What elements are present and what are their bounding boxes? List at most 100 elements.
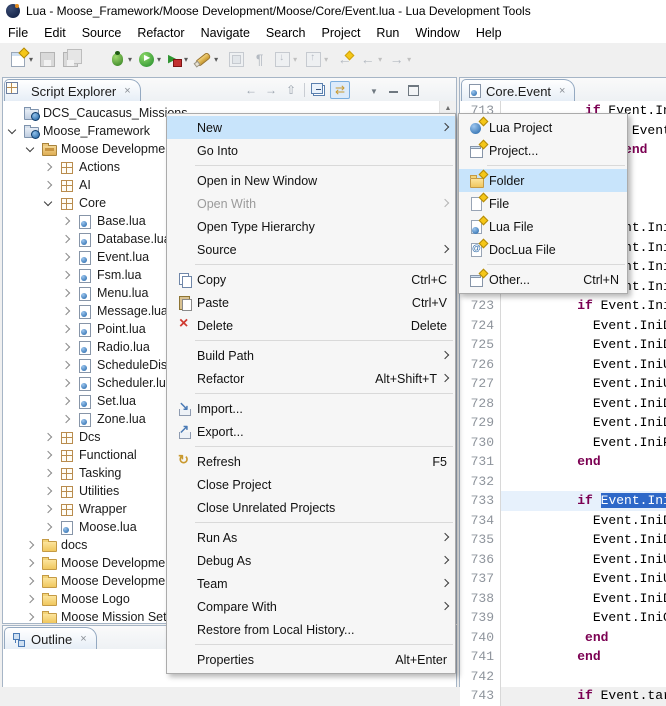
context-menu-item-copy[interactable]: CopyCtrl+C [167,268,455,291]
run-button[interactable]: ▾ [136,48,163,72]
menubar-item-window[interactable]: Window [407,24,467,42]
chevron-collapsed-icon[interactable] [44,433,52,441]
context-menu-item-build-path[interactable]: Build Path [167,344,455,367]
menubar-item-help[interactable]: Help [468,24,510,42]
chevron-collapsed-icon[interactable] [62,289,70,297]
context-menu-item-go-into[interactable]: Go Into [167,139,455,162]
chevron-down-icon[interactable]: ▾ [29,55,33,64]
chevron-collapsed-icon[interactable] [26,577,34,585]
chevron-collapsed-icon[interactable] [26,559,34,567]
chevron-down-icon[interactable]: ▾ [157,55,161,64]
up-icon[interactable]: ⇧ [281,83,301,97]
chevron-collapsed-icon[interactable] [44,487,52,495]
chevron-collapsed-icon[interactable] [62,397,70,405]
chevron-expanded-icon[interactable] [26,144,34,152]
new-submenu-item-other-[interactable]: Other...Ctrl+N [459,268,627,291]
context-menu-item-close-unrelated-projects[interactable]: Close Unrelated Projects [167,496,455,519]
chevron-collapsed-icon[interactable] [62,217,70,225]
chevron-down-icon[interactable]: ▾ [184,55,188,64]
context-menu-item-team[interactable]: Team [167,572,455,595]
run-last-launched-button[interactable]: ▾ [165,48,190,72]
context-menu-item-debug-as[interactable]: Debug As [167,549,455,572]
chevron-down-icon[interactable]: ▾ [293,55,297,64]
menubar-item-run[interactable]: Run [368,24,407,42]
chevron-down-icon[interactable]: ▾ [128,55,132,64]
menubar-item-search[interactable]: Search [258,24,314,42]
tab-script-explorer[interactable]: Script Explorer × [4,79,141,102]
maximize-button[interactable] [408,85,419,96]
view-menu-icon[interactable]: ▼ [364,83,384,97]
context-menu-item-import-[interactable]: Import... [167,397,455,420]
context-menu-item-new[interactable]: New [167,116,455,139]
chevron-collapsed-icon[interactable] [44,451,52,459]
chevron-collapsed-icon[interactable] [62,415,70,423]
new-wizard-button[interactable]: ▾ [7,48,35,72]
link-with-editor-button[interactable]: ⇄ [330,81,350,99]
new-submenu-item-folder[interactable]: Folder [459,169,627,192]
chevron-collapsed-icon[interactable] [26,541,34,549]
tab-outline[interactable]: Outline × [4,627,97,650]
chevron-collapsed-icon[interactable] [26,613,34,621]
context-menu-item-open-in-new-window[interactable]: Open in New Window [167,169,455,192]
chevron-down-icon[interactable]: ▾ [214,55,218,64]
chevron-collapsed-icon[interactable] [26,595,34,603]
tree-item-label: Zone.lua [97,412,146,426]
context-menu-item-open-type-hierarchy[interactable]: Open Type Hierarchy [167,215,455,238]
chevron-expanded-icon[interactable] [44,198,52,206]
back-button[interactable]: ← [241,83,261,97]
close-icon[interactable]: × [559,85,565,97]
new-submenu-item-lua-file[interactable]: Lua File [459,215,627,238]
tree-item-label: Moose Logo [61,592,130,606]
close-icon[interactable]: × [124,85,130,97]
chevron-collapsed-icon[interactable] [44,469,52,477]
menubar-item-edit[interactable]: Edit [36,24,74,42]
context-menu-item-run-as[interactable]: Run As [167,526,455,549]
new-submenu-item-doclua-file[interactable]: DocLua File [459,238,627,261]
tree-item-label: Database.lua [97,232,171,246]
context-menu-item-restore-from-local-history-[interactable]: Restore from Local History... [167,618,455,641]
menubar-item-navigate[interactable]: Navigate [193,24,258,42]
chevron-down-icon[interactable]: ▾ [378,55,382,64]
menubar-item-source[interactable]: Source [74,24,130,42]
chevron-collapsed-icon[interactable] [44,505,52,513]
chevron-collapsed-icon[interactable] [62,253,70,261]
collapse-all-button[interactable] [313,85,325,96]
context-menu-item-paste[interactable]: PasteCtrl+V [167,291,455,314]
close-icon[interactable]: × [80,633,86,645]
minimize-button[interactable] [389,88,398,93]
context-menu-item-refresh[interactable]: RefreshF5 [167,450,455,473]
context-menu-item-export-[interactable]: Export... [167,420,455,443]
chevron-collapsed-icon[interactable] [44,181,52,189]
context-menu-item-refactor[interactable]: RefactorAlt+Shift+T [167,367,455,390]
chevron-collapsed-icon[interactable] [44,523,52,531]
menubar-item-file[interactable]: File [0,24,36,42]
external-tools-button[interactable]: ▾ [192,48,220,72]
chevron-down-icon[interactable]: ▾ [407,55,411,64]
chevron-collapsed-icon[interactable] [62,379,70,387]
context-menu-item-close-project[interactable]: Close Project [167,473,455,496]
tree-item-label: Moose Development [61,142,176,156]
menubar-item-refactor[interactable]: Refactor [129,24,192,42]
chevron-collapsed-icon[interactable] [44,163,52,171]
new-submenu-item-lua-project[interactable]: Lua Project [459,116,627,139]
code-text: Event.IniUnit = UNIT:FindByName( Event.I… [501,374,666,394]
debug-button[interactable]: ▾ [107,48,134,72]
context-menu-item-compare-with[interactable]: Compare With [167,595,455,618]
context-menu-item-properties[interactable]: PropertiesAlt+Enter [167,648,455,671]
tab-core-event[interactable]: Core.Event × [461,79,575,102]
forward-button[interactable]: → [261,83,281,97]
context-menu-item-source[interactable]: Source [167,238,455,261]
new-submenu-item-file[interactable]: File [459,192,627,215]
chevron-collapsed-icon[interactable] [62,235,70,243]
line-number: 724 [460,316,501,336]
chevron-collapsed-icon[interactable] [62,361,70,369]
context-menu-item-delete[interactable]: DeleteDelete [167,314,455,337]
chevron-collapsed-icon[interactable] [62,271,70,279]
new-submenu-item-project-[interactable]: Project... [459,139,627,162]
chevron-expanded-icon[interactable] [8,126,16,134]
chevron-down-icon[interactable]: ▾ [324,55,328,64]
chevron-collapsed-icon[interactable] [62,343,70,351]
menubar-item-project[interactable]: Project [314,24,369,42]
chevron-collapsed-icon[interactable] [62,325,70,333]
chevron-collapsed-icon[interactable] [62,307,70,315]
